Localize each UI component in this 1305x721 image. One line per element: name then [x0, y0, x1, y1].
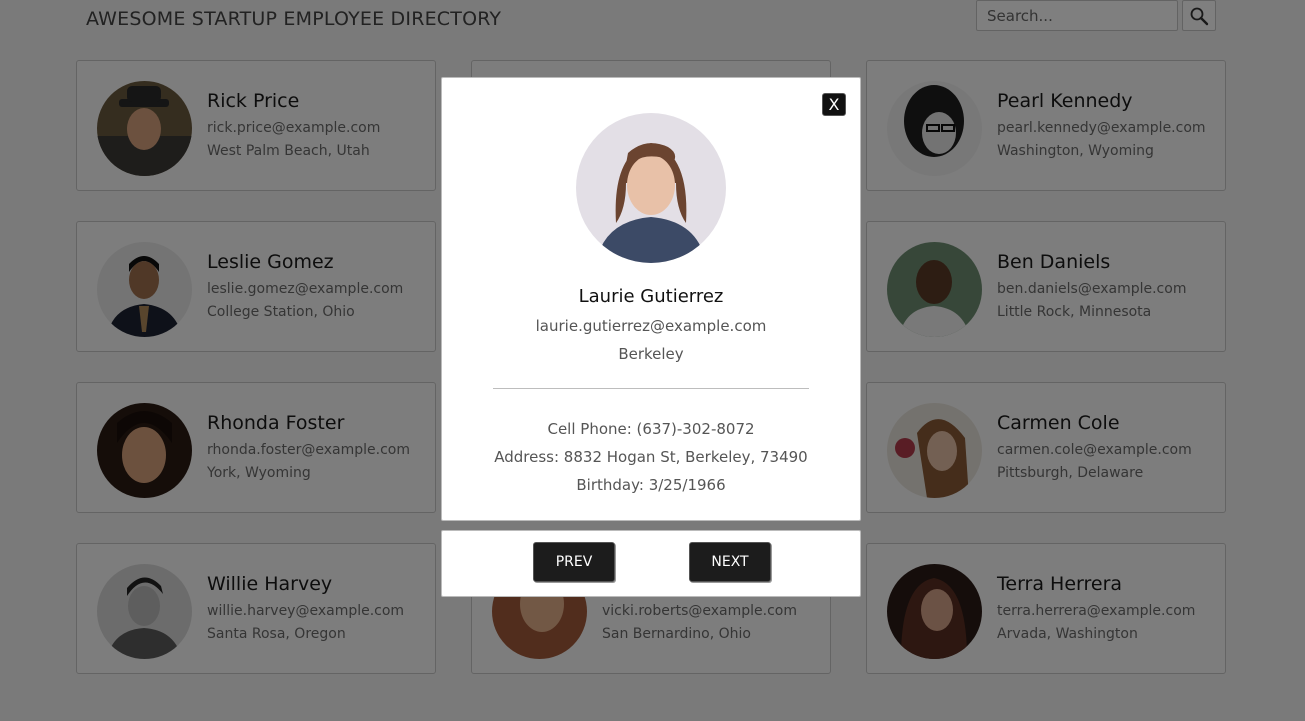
modal-employee-phone: Cell Phone: (637)-302-8072: [547, 420, 755, 438]
next-button[interactable]: NEXT: [689, 542, 771, 582]
modal-navigation: PREV NEXT: [441, 530, 861, 597]
divider: [493, 388, 809, 389]
prev-button[interactable]: PREV: [533, 542, 615, 582]
close-button[interactable]: X: [822, 93, 846, 116]
modal-employee-city: Berkeley: [618, 345, 684, 363]
modal-employee-birthday: Birthday: 3/25/1966: [576, 476, 726, 494]
modal-employee-email: laurie.gutierrez@example.com: [535, 317, 767, 335]
modal-avatar: [576, 113, 726, 263]
employee-modal: X Laurie Gutierrez laurie.gutierrez@exam…: [441, 77, 861, 521]
modal-employee-address: Address: 8832 Hogan St, Berkeley, 73490: [494, 448, 808, 466]
modal-employee-name: Laurie Gutierrez: [578, 286, 724, 307]
